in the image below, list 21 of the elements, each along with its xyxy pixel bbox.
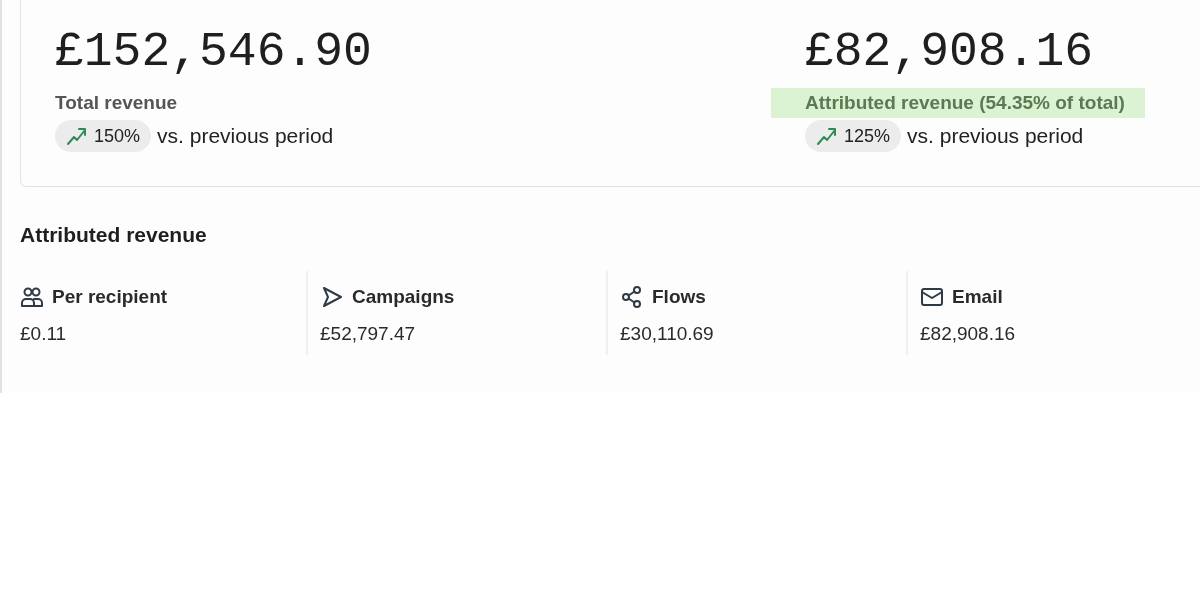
revenue-label: Attributed revenue (54.35% of total) bbox=[771, 88, 1145, 118]
envelope-icon bbox=[920, 285, 944, 309]
revenue-amount: £152,546.90 bbox=[55, 24, 372, 81]
change-percent: 150% bbox=[94, 125, 141, 147]
metric-value: £82,908.16 bbox=[920, 323, 1017, 345]
metric-label: Flows bbox=[652, 286, 706, 308]
revenue-label: Total revenue bbox=[55, 91, 178, 115]
send-icon bbox=[320, 285, 344, 309]
change-percent: 125% bbox=[844, 125, 891, 147]
metric-value: £52,797.47 bbox=[320, 323, 417, 345]
metric-value: £30,110.69 bbox=[620, 323, 715, 345]
flows-icon bbox=[620, 285, 644, 309]
comparison-text: vs. previous period bbox=[907, 124, 1084, 148]
revenue-amount: £82,908.16 bbox=[805, 24, 1094, 81]
comparison-text: vs. previous period bbox=[157, 124, 334, 148]
metric-label: Per recipient bbox=[52, 286, 168, 308]
metric-value: £0.11 bbox=[20, 323, 68, 345]
metric-label: Campaigns bbox=[352, 286, 455, 308]
metric-label: Email bbox=[952, 286, 1003, 308]
section-title: Attributed revenue bbox=[20, 223, 208, 247]
people-icon bbox=[20, 285, 44, 309]
